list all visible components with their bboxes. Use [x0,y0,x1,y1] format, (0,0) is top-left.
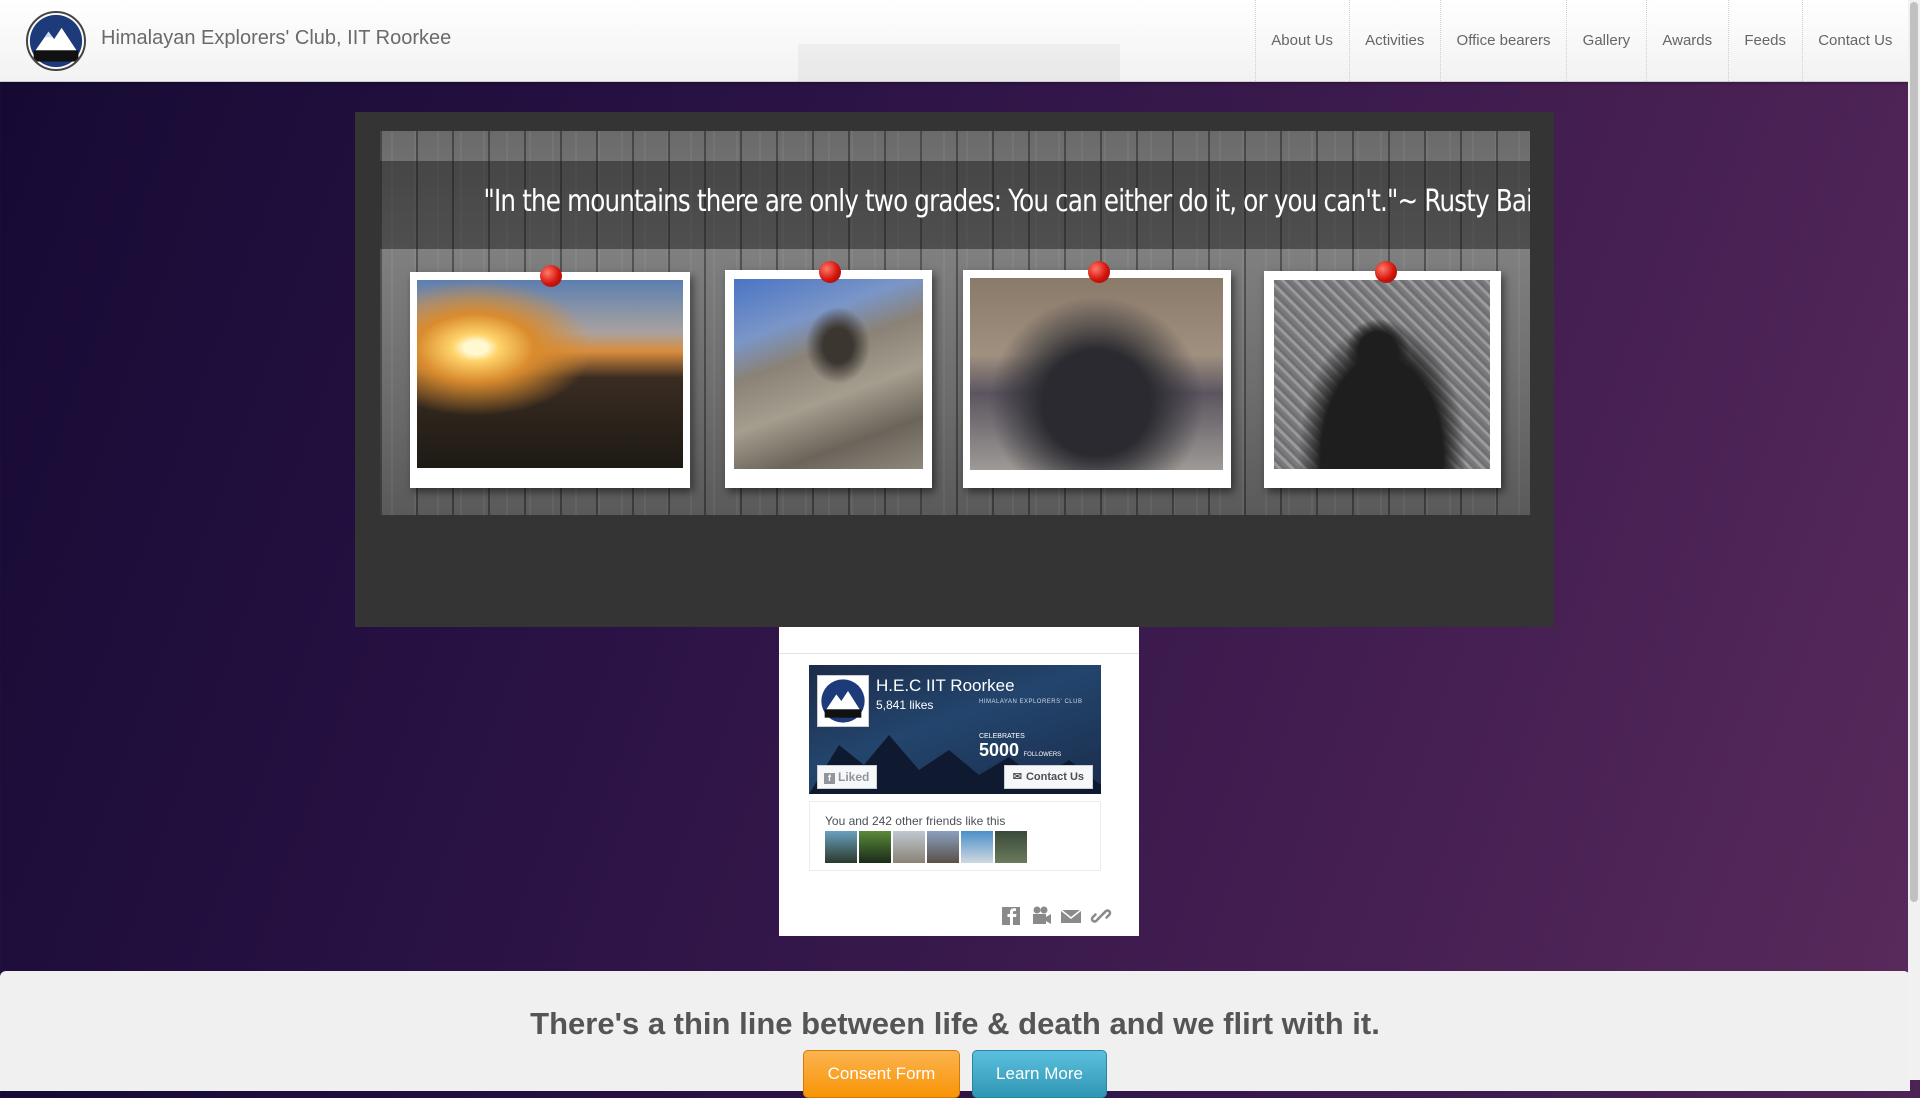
friend-avatar[interactable] [859,831,891,863]
friend-avatar[interactable] [825,831,857,863]
fb-liked-button[interactable]: f Liked [817,765,878,789]
fb-friends-text: You and 242 other friends like this [825,814,1006,828]
hec-logo-icon[interactable] [26,11,86,71]
learn-more-button[interactable]: Learn More [972,1050,1107,1098]
shadow-photo [1274,280,1490,469]
fb-contact-label: Contact Us [1025,771,1084,783]
slider-board[interactable]: "In the mountains there are only two gra… [380,131,1530,515]
fb-cover-celebrates-text: CELEBRATES [979,733,1025,740]
nav-awards[interactable]: Awards [1645,0,1728,81]
mail-icon[interactable] [1060,905,1082,927]
slider-quote: "In the mountains there are only two gra… [483,184,1531,219]
fb-cover[interactable]: H.E.C IIT Roorkee 5,841 likes HIMALAYAN … [809,665,1101,794]
fb-cover-count: 5000 [979,740,1020,760]
friend-avatar[interactable] [995,831,1027,863]
polaroid-group[interactable] [963,270,1231,488]
fb-cover-org: HIMALAYAN EXPLORERS' CLUB [979,699,1083,705]
main-nav: About Us Activities Office bearers Galle… [1254,0,1908,81]
nav-contact-us[interactable]: Contact Us [1801,0,1908,81]
top-navbar: Himalayan Explorers' Club, IIT Roorkee A… [0,0,1908,82]
fb-liked-label: Liked [838,770,870,784]
share-icons [1000,905,1112,927]
pushpin-icon [819,261,841,283]
ghost-banner [798,44,1120,81]
page-scrollbar[interactable] [1908,0,1920,1080]
facebook-icon[interactable] [1000,905,1022,927]
fb-friend-faces [825,831,1027,863]
sunset-photo [417,280,683,468]
consent-form-button[interactable]: Consent Form [803,1050,960,1098]
polaroid-climbing[interactable] [725,270,932,488]
nav-gallery[interactable]: Gallery [1566,0,1646,81]
pushpin-icon [1375,261,1397,283]
widget-divider [779,653,1139,654]
fb-page-avatar[interactable] [817,675,869,727]
video-icon[interactable] [1030,905,1052,927]
facebook-f-icon: f [824,773,835,784]
nav-feeds[interactable]: Feeds [1727,0,1802,81]
friend-avatar[interactable] [893,831,925,863]
pushpin-icon [1088,261,1110,283]
fb-cover-followers: FOLLOWERS [1023,752,1062,758]
link-icon[interactable] [1090,905,1112,927]
fb-likes-count: 5,841 likes [876,698,934,712]
polaroid-shadow[interactable] [1264,271,1501,488]
nav-office-bearers[interactable]: Office bearers [1439,0,1566,81]
envelope-icon: ✉ [1012,771,1022,783]
friend-avatar[interactable] [927,831,959,863]
rock-climbing-photo [734,279,923,469]
facebook-widget: H.E.C IIT Roorkee 5,841 likes HIMALAYAN … [779,627,1139,936]
nav-about-us[interactable]: About Us [1254,0,1349,81]
polaroid-sunset[interactable] [410,272,690,488]
group-photo [970,278,1223,470]
nav-activities[interactable]: Activities [1348,0,1440,81]
fb-page-name[interactable]: H.E.C IIT Roorkee [876,676,1015,696]
pushpin-icon [540,265,562,287]
fb-contact-button[interactable]: ✉ Contact Us [1003,765,1093,789]
tagline: There's a thin line between life & death… [530,1006,1380,1041]
site-brand[interactable]: Himalayan Explorers' Club, IIT Roorkee [101,27,451,50]
scrollbar-thumb[interactable] [1910,2,1918,902]
friend-avatar[interactable] [961,831,993,863]
fb-cover-celebrate: CELEBRATES 5000 FOLLOWERS [979,733,1061,761]
